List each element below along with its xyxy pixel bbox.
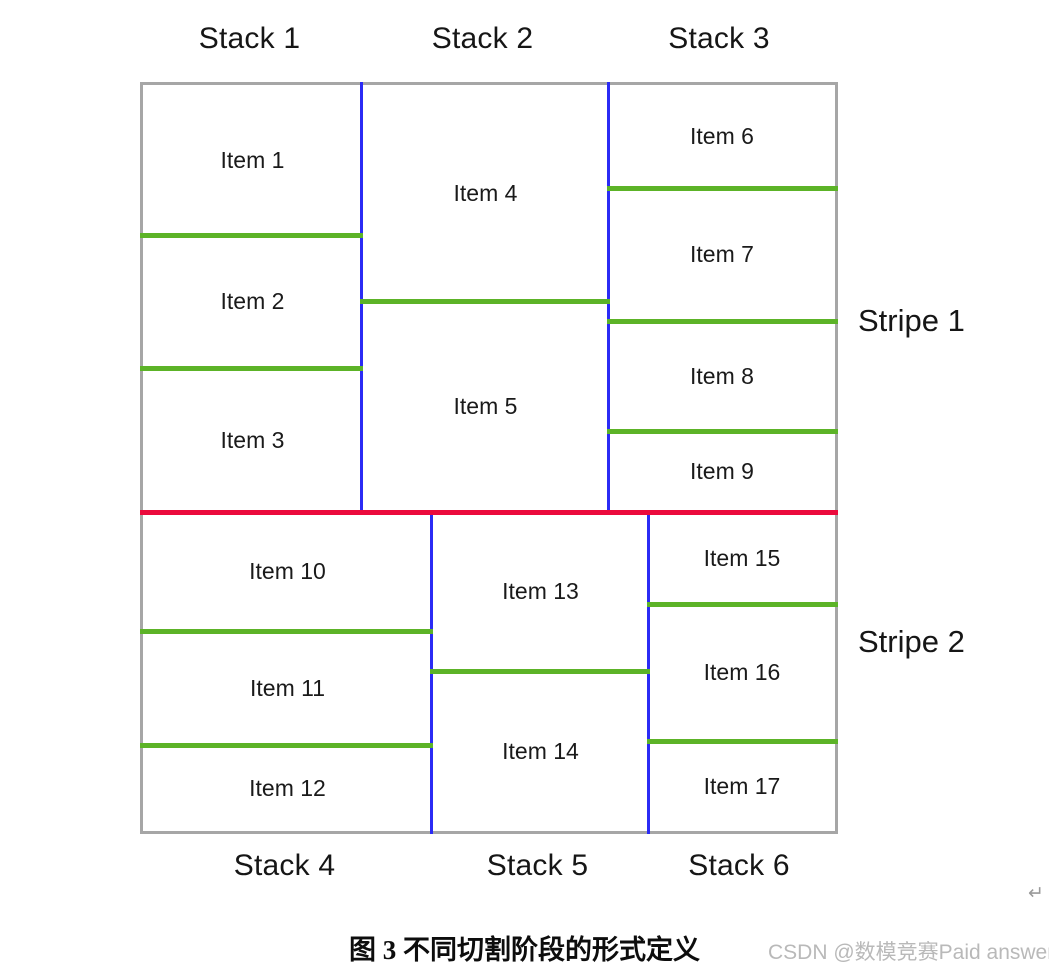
stack-label-bottom-6: Stack 6: [688, 849, 790, 882]
item-cut-line-10-11: [140, 629, 433, 634]
item-cell-15[interactable]: Item 15: [649, 512, 835, 604]
item-cell-16[interactable]: Item 16: [649, 604, 835, 741]
item-cut-line-11-12: [140, 743, 433, 748]
item-cell-1[interactable]: Item 1: [143, 85, 362, 235]
stripe-cut-line: [140, 510, 838, 515]
item-cell-6[interactable]: Item 6: [609, 85, 835, 188]
item-cell-5[interactable]: Item 5: [362, 301, 609, 512]
item-cell-13[interactable]: Item 13: [432, 512, 649, 671]
item-cut-line-15-16: [647, 602, 838, 607]
item-cell-17[interactable]: Item 17: [649, 741, 835, 831]
item-cut-line-8-9: [607, 429, 838, 434]
stack-label-top-1: Stack 1: [198, 22, 301, 55]
stack-label-bottom-5: Stack 5: [486, 849, 589, 882]
cutting-pattern-diagram: Item 1 Item 2 Item 3 Item 4 Item 5 Item …: [140, 82, 838, 834]
stack-label-top-2: Stack 2: [431, 22, 534, 55]
item-cell-8[interactable]: Item 8: [609, 321, 835, 431]
paragraph-mark-icon: ↵: [1028, 883, 1044, 904]
item-cell-2[interactable]: Item 2: [143, 235, 362, 368]
stripe-label-2: Stripe 2: [858, 624, 965, 659]
item-cell-11[interactable]: Item 11: [143, 631, 432, 745]
csdn-watermark: CSDN @数模竞赛Paid answer: [768, 941, 1049, 964]
item-cell-9[interactable]: Item 9: [609, 431, 835, 512]
item-cell-3[interactable]: Item 3: [143, 368, 362, 512]
stack-label-bottom-4: Stack 4: [233, 849, 336, 882]
item-cell-12[interactable]: Item 12: [143, 745, 432, 831]
item-cut-line-4-5: [360, 299, 610, 304]
item-cut-line-13-14: [430, 669, 650, 674]
item-cell-14[interactable]: Item 14: [432, 671, 649, 831]
item-cell-4[interactable]: Item 4: [362, 85, 609, 301]
item-cut-line-6-7: [607, 186, 838, 191]
item-cell-10[interactable]: Item 10: [143, 512, 432, 631]
item-cut-line-16-17: [647, 739, 838, 744]
item-cut-line-2-3: [140, 366, 363, 371]
item-cut-line-1-2: [140, 233, 363, 238]
stack-label-top-3: Stack 3: [668, 22, 770, 55]
stripe-label-1: Stripe 1: [858, 303, 965, 338]
item-cell-7[interactable]: Item 7: [609, 188, 835, 321]
item-cut-line-7-8: [607, 319, 838, 324]
